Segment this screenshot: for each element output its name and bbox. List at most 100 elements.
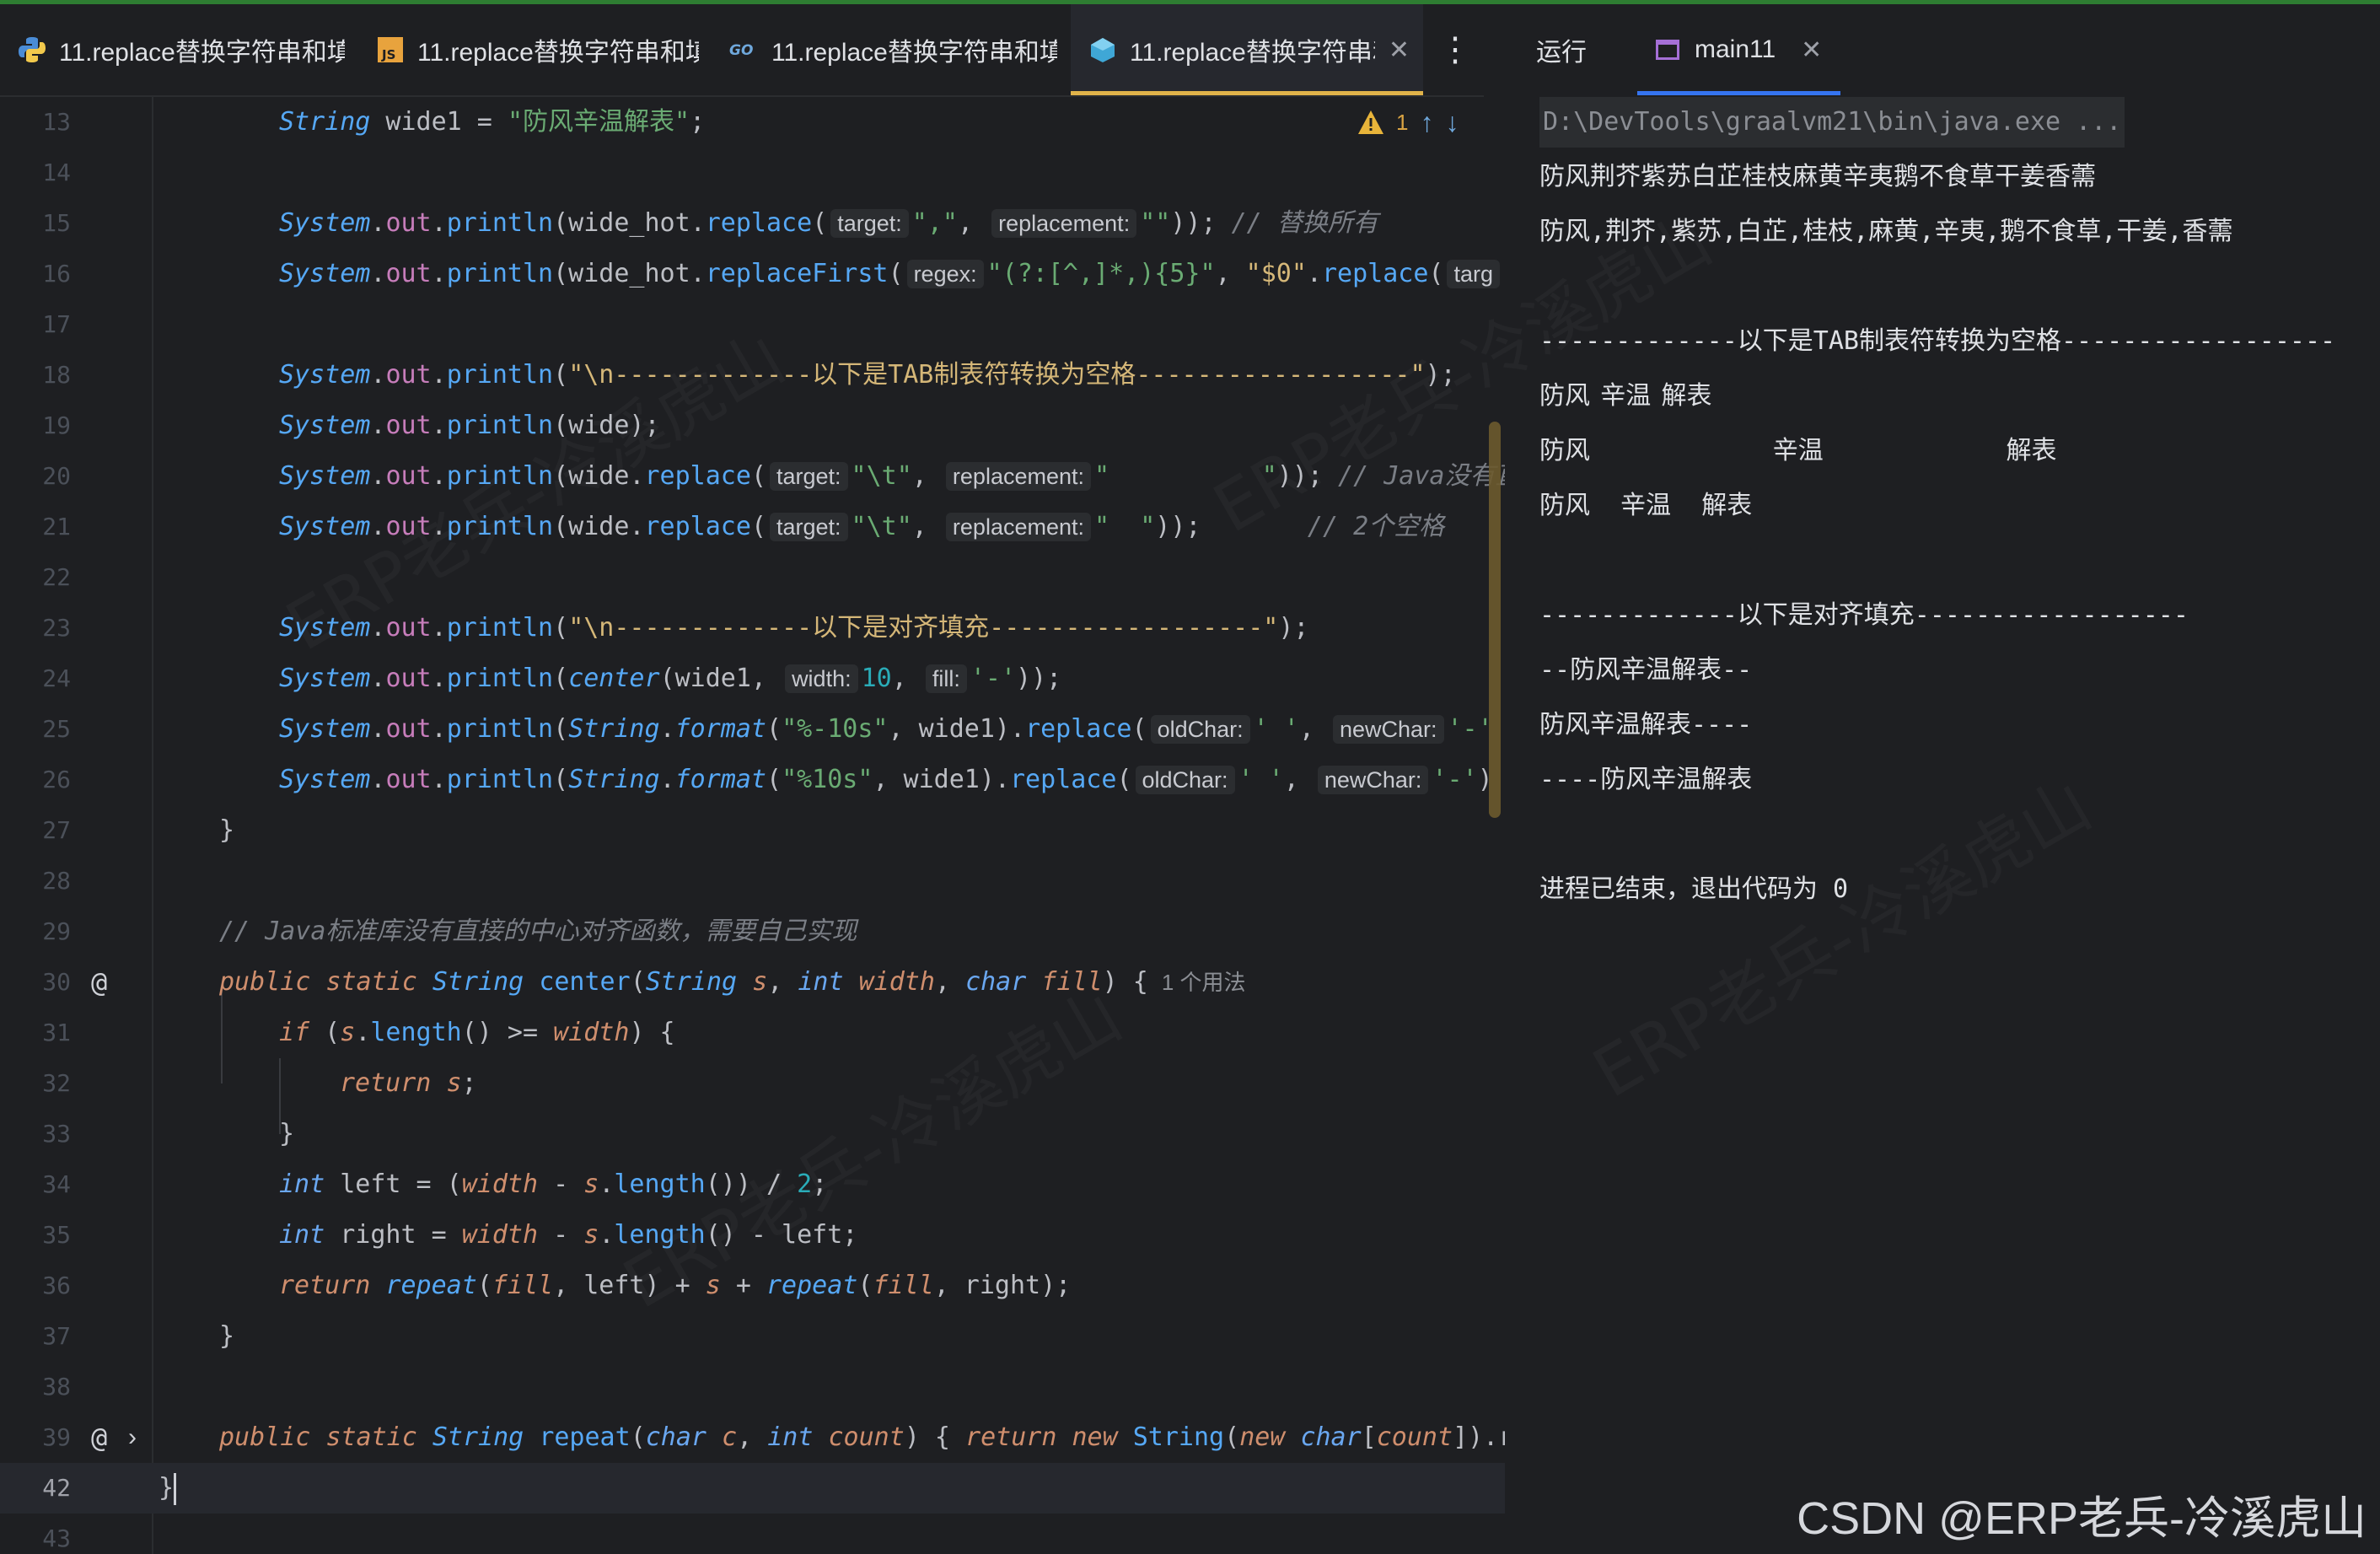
code-line: 16 System.out.println(wide_hot.replaceFi… — [0, 249, 1505, 299]
line-number: 20 — [42, 462, 71, 490]
code-line: 37 } — [0, 1311, 1505, 1362]
tab-run-config[interactable]: main11 ✕ — [1637, 4, 1841, 95]
line-number: 16 — [42, 260, 71, 288]
close-icon[interactable]: ✕ — [1801, 35, 1822, 65]
line-number: 18 — [42, 361, 71, 389]
string-literal: "防风辛温解表" — [507, 107, 690, 137]
line-number: 15 — [42, 209, 71, 237]
code-line: 15 System.out.println(wide_hot.replace(t… — [0, 198, 1505, 249]
line-number: 39 — [42, 1423, 71, 1451]
usage-count[interactable]: 1 个用法 — [1162, 970, 1246, 995]
console-output-line: -------------以下是TAB制表符转换为空格-------------… — [1539, 326, 2336, 356]
console-output-line: 防风 辛温 解表 — [1539, 381, 1712, 411]
javascript-icon: JS — [375, 35, 406, 65]
line-number: 27 — [42, 816, 71, 844]
console-output-line: 防风 辛温 解表 — [1539, 491, 1753, 520]
usages-icon[interactable]: @ — [91, 1412, 107, 1463]
code-line: 13 String wide1 = "防风辛温解表"; — [0, 97, 1505, 148]
run-tab-label: main11 — [1695, 35, 1776, 63]
param-hint: replacement: — [991, 209, 1137, 238]
code-line: 31 if (s.length() >= width) { — [0, 1008, 1505, 1058]
param-hint: fill: — [925, 664, 967, 693]
go-icon: GO — [729, 35, 760, 65]
code-line: 19 System.out.println(wide); — [0, 401, 1505, 451]
code-line: 34 int left = (width - s.length()) / 2; — [0, 1159, 1505, 1210]
param-hint: oldChar: — [1135, 766, 1235, 794]
console-command-line[interactable]: D:\DevTools\graalvm21\bin\java.exe ... — [1539, 97, 2125, 148]
line-number: 19 — [42, 411, 71, 439]
line-number: 21 — [42, 513, 71, 540]
svg-text:GO: GO — [729, 42, 753, 58]
expand-fold-icon[interactable]: › — [128, 1412, 137, 1463]
param-hint: replacement: — [945, 513, 1092, 541]
usages-icon[interactable]: @ — [91, 957, 107, 1008]
code-line: 29 // Java标准库没有直接的中心对齐函数，需要自己实现 — [0, 906, 1505, 957]
text-caret — [174, 1472, 177, 1505]
code-line: 22 — [0, 552, 1505, 603]
tab-python-file[interactable]: 11.replace替换字符串和填 — [0, 4, 358, 95]
code-line: 14 — [0, 148, 1505, 198]
code-comment: // 替换所有 — [1231, 208, 1378, 238]
code-line: 36 return repeat(fill, left) + s + repea… — [0, 1261, 1505, 1311]
code-line: 38 — [0, 1362, 1505, 1412]
code-line: 30 @ public static String center(String … — [0, 957, 1505, 1008]
console-output-line: 防风荆芥紫苏白芷桂枝麻黄辛夷鹅不食草干姜香薷 — [1539, 162, 2096, 191]
code-editor[interactable]: 1 ↑ ↓ 13 String wide1 = "防风辛温解表"; 14 15 … — [0, 97, 1505, 1554]
param-hint: targ — [1447, 260, 1501, 288]
run-panel-header: 运行 main11 ✕ — [1501, 4, 2380, 95]
line-number: 26 — [42, 766, 71, 793]
editor-scrollbar[interactable] — [1489, 422, 1501, 818]
console-output-line: ----防风辛温解表 — [1539, 765, 1753, 794]
line-number: 33 — [42, 1120, 71, 1148]
run-panel-title: 运行 — [1536, 39, 1587, 67]
code-line: 17 — [0, 299, 1505, 350]
param-hint: target: — [830, 209, 909, 238]
editor-tab-bar: 11.replace替换字符串和填 JS 11.replace替换字符串和填 G… — [0, 4, 1484, 97]
param-hint: width: — [785, 664, 858, 693]
tab-javascript-file[interactable]: JS 11.replace替换字符串和填 — [358, 4, 712, 95]
line-number: 23 — [42, 614, 71, 642]
line-number: 30 — [42, 968, 71, 996]
line-number: 35 — [42, 1221, 71, 1249]
run-console[interactable]: D:\DevTools\graalvm21\bin\java.exe ... 防… — [1518, 97, 2380, 1554]
param-hint: oldChar: — [1150, 715, 1250, 744]
line-number: 22 — [42, 563, 71, 591]
code-line: 28 — [0, 856, 1505, 906]
code-line: 39 @ › public static String repeat(char … — [0, 1412, 1505, 1463]
param-hint: newChar: — [1317, 766, 1429, 794]
code-line: 32 return s; — [0, 1058, 1505, 1109]
line-number: 31 — [42, 1019, 71, 1046]
line-number: 36 — [42, 1272, 71, 1299]
code-line: 18 System.out.println("\n-------------以下… — [0, 350, 1505, 401]
credit-text: CSDN @ERP老兵-冷溪虎山 — [1797, 1493, 2367, 1544]
line-number: 37 — [42, 1322, 71, 1350]
more-options-icon[interactable]: ⋮ — [1430, 4, 1480, 95]
tab-label: 11.replace替换字符串和 — [1130, 39, 1375, 67]
line-number: 13 — [42, 108, 71, 136]
console-output-line: 防风辛温解表---- — [1539, 710, 1753, 739]
tab-label: 11.replace替换字符串和填 — [417, 39, 699, 67]
tab-go-file[interactable]: GO 11.replace替换字符串和填 — [712, 4, 1071, 95]
line-number: 43 — [42, 1524, 71, 1552]
param-hint: replacement: — [945, 462, 1092, 491]
svg-text:JS: JS — [381, 47, 395, 62]
code-line: 25 System.out.println(String.format("%-1… — [0, 704, 1505, 755]
line-number: 17 — [42, 310, 71, 338]
java-icon — [1088, 35, 1118, 65]
line-number: 38 — [42, 1373, 71, 1401]
line-number: 29 — [42, 917, 71, 945]
console-output-line: -------------以下是对齐填充------------------ — [1539, 600, 2189, 630]
tab-java-file[interactable]: 11.replace替换字符串和 ✕ — [1071, 4, 1423, 95]
code-comment: // 2个空格 — [1307, 512, 1445, 541]
code-line: 24 System.out.println(center(wide1, widt… — [0, 653, 1505, 704]
code-line: 35 int right = width - s.length() - left… — [0, 1210, 1505, 1261]
code-line: 33 } — [0, 1109, 1505, 1159]
console-output-line: 防风 辛温 解表 — [1539, 436, 2057, 465]
code-comment: // Java标准库没有直接的中心对齐函数，需要自己实现 — [219, 917, 857, 946]
line-number: 32 — [42, 1069, 71, 1097]
window-icon — [1656, 40, 1679, 60]
close-icon[interactable]: ✕ — [1389, 35, 1410, 65]
code-line: 23 System.out.println("\n-------------以下… — [0, 603, 1505, 653]
line-number: 24 — [42, 664, 71, 692]
line-number: 42 — [42, 1474, 71, 1502]
